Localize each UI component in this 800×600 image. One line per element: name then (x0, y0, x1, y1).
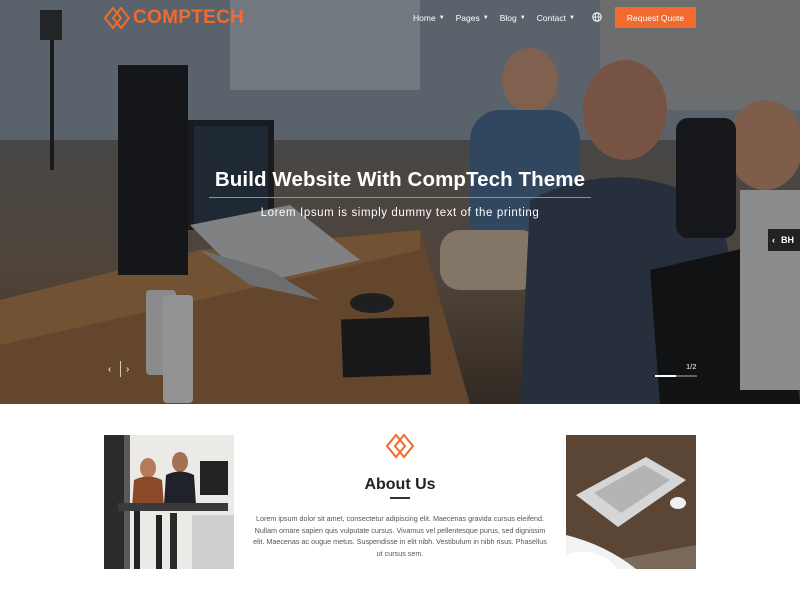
nav-item-blog[interactable]: Blog ▼ (500, 13, 526, 23)
chevron-down-icon: ▼ (568, 15, 575, 21)
logo-diamond-icon (104, 7, 130, 29)
nav-item-label: Contact (536, 13, 566, 23)
nav-item-contact[interactable]: Contact ▼ (537, 13, 575, 23)
nav-item-home[interactable]: Home ▼ (413, 13, 445, 23)
brand-logo[interactable]: COMPTECH (104, 6, 244, 30)
side-tab-label: BH (781, 235, 794, 245)
main-nav: Home ▼ Pages ▼ Blog ▼ Contact ▼ (413, 12, 633, 24)
side-theme-tab[interactable]: ‹ BH (768, 229, 800, 251)
hero-title: Build Website With CompTech Theme (214, 168, 586, 191)
about-body-text: Lorem ipsum dolor sit amet, consectetur … (253, 514, 547, 558)
slide-progress-fill (655, 375, 676, 377)
slider-next-arrow-icon[interactable]: › (126, 364, 129, 375)
chevron-down-icon: ▼ (482, 15, 489, 21)
hero-divider (209, 197, 591, 198)
brand-name-part1: COMP (133, 7, 192, 28)
brand-name-part2: TECH (191, 7, 245, 28)
brand-name: COMPTECH (133, 7, 244, 29)
hero-slider (0, 0, 800, 404)
nav-item-label: Blog (499, 13, 517, 23)
about-team-image (104, 435, 234, 569)
slider-prev-arrow-icon[interactable]: ‹ (108, 364, 111, 375)
slide-counter: 1/2 (686, 362, 697, 371)
nav-item-label: Home (413, 13, 436, 23)
hero-overlay (0, 0, 800, 404)
chevron-down-icon: ▼ (519, 15, 526, 21)
slider-arrow-divider (120, 361, 121, 377)
nav-item-pages[interactable]: Pages ▼ (456, 13, 489, 23)
chevron-down-icon: ▼ (438, 15, 445, 21)
chevron-left-icon: ‹ (772, 235, 775, 245)
about-divider (390, 497, 410, 499)
globe-icon[interactable] (592, 12, 602, 24)
about-laptop-image (566, 435, 696, 569)
request-quote-button[interactable]: Request Quote (615, 7, 696, 28)
about-diamond-icon (386, 433, 414, 459)
hero-subtitle: Lorem Ipsum is simply dummy text of the … (260, 207, 540, 219)
nav-item-label: Pages (455, 13, 480, 23)
slide-progress-bar (655, 375, 697, 377)
